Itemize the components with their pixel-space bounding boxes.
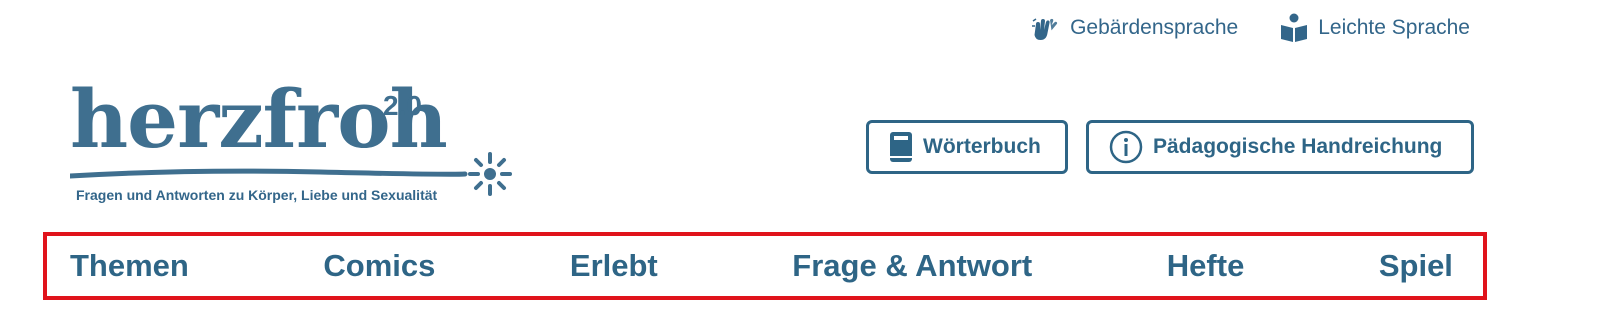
easy-language-link[interactable]: Leichte Sprache bbox=[1278, 12, 1470, 44]
site-logo[interactable]: herzfroh 2.0 Fragen und Antworten zu Kör… bbox=[70, 75, 530, 215]
logo-underline bbox=[70, 168, 468, 179]
info-icon bbox=[1109, 130, 1143, 164]
teaching-guide-label: Pädagogische Handreichung bbox=[1153, 135, 1443, 158]
accessibility-links: Gebärdensprache Leichte Sprache bbox=[1030, 12, 1470, 44]
logo-tagline: Fragen und Antworten zu Körper, Liebe un… bbox=[76, 187, 438, 203]
dictionary-label: Wörterbuch bbox=[923, 135, 1041, 158]
logo-version: 2.0 bbox=[383, 90, 422, 121]
easy-language-reader-icon bbox=[1278, 12, 1310, 44]
header-buttons: Wörterbuch Pädagogische Handreichung bbox=[866, 120, 1474, 174]
dictionary-button[interactable]: Wörterbuch bbox=[866, 120, 1068, 174]
easy-language-label: Leichte Sprache bbox=[1318, 16, 1470, 39]
logo-sun-icon bbox=[468, 152, 512, 196]
sign-language-link[interactable]: Gebärdensprache bbox=[1030, 12, 1238, 44]
nav-item-spiel[interactable]: Spiel bbox=[1379, 248, 1453, 284]
nav-item-erlebt[interactable]: Erlebt bbox=[570, 248, 658, 284]
nav-item-themen[interactable]: Themen bbox=[70, 248, 189, 284]
sign-language-label: Gebärdensprache bbox=[1070, 16, 1239, 39]
page: Gebärdensprache Leichte Sprache herzfroh… bbox=[0, 0, 1606, 327]
nav-item-hefte[interactable]: Hefte bbox=[1167, 248, 1245, 284]
nav-item-frage-antwort[interactable]: Frage & Antwort bbox=[792, 248, 1032, 284]
main-navigation: Themen Comics Erlebt Frage & Antwort Hef… bbox=[43, 232, 1487, 300]
teaching-guide-button[interactable]: Pädagogische Handreichung bbox=[1086, 120, 1474, 174]
nav-item-comics[interactable]: Comics bbox=[323, 248, 435, 284]
sign-language-hands-icon bbox=[1030, 12, 1062, 44]
book-icon bbox=[890, 132, 912, 162]
